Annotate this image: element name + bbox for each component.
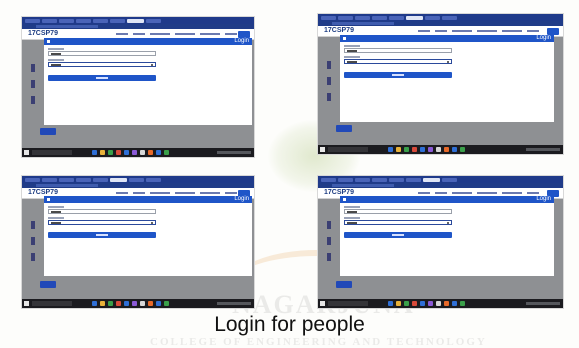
- screenshot-bottom-left: 17CSP79 Login: [22, 176, 254, 308]
- page-action-button[interactable]: [40, 128, 56, 135]
- modal-title: Login: [234, 38, 249, 44]
- system-tray[interactable]: [217, 151, 251, 154]
- browser-tab-strip[interactable]: [22, 17, 254, 24]
- taskbar-apps: [92, 301, 169, 306]
- browser-tab-active[interactable]: [423, 177, 440, 182]
- modal-header: Login: [340, 35, 554, 42]
- screenshot-top-left: 17CSP79 Login: [22, 17, 254, 157]
- windows-start-icon[interactable]: [24, 301, 29, 306]
- browser-tab-active[interactable]: [110, 177, 127, 182]
- url-field[interactable]: [36, 25, 98, 28]
- page-overlay: Login: [22, 38, 254, 148]
- site-brand[interactable]: 17CSP79: [324, 189, 354, 196]
- url-field[interactable]: [332, 184, 394, 187]
- submit-button[interactable]: [48, 232, 156, 238]
- taskbar-apps: [92, 150, 169, 155]
- password-label: [48, 217, 64, 219]
- username-field[interactable]: [48, 51, 156, 56]
- username-label: [344, 45, 360, 47]
- password-field[interactable]: [48, 62, 156, 67]
- windows-start-icon[interactable]: [320, 301, 325, 306]
- password-visibility-icon[interactable]: [151, 222, 153, 224]
- modal-header: Login: [340, 196, 554, 203]
- password-field[interactable]: [344, 59, 452, 64]
- modal-close-icon[interactable]: [47, 198, 50, 201]
- browser-tab-strip[interactable]: [318, 176, 563, 183]
- taskbar: [318, 145, 563, 154]
- page-overlay: Login: [318, 196, 563, 299]
- password-label: [344, 217, 360, 219]
- site-brand[interactable]: 17CSP79: [324, 27, 354, 34]
- system-tray[interactable]: [217, 302, 251, 305]
- password-label: [48, 59, 64, 61]
- nav-login-button[interactable]: [547, 28, 559, 35]
- modal-close-icon[interactable]: [47, 40, 50, 43]
- login-modal: Login: [44, 38, 252, 125]
- browser-tab-strip[interactable]: [318, 14, 563, 21]
- password-field[interactable]: [48, 220, 156, 225]
- screenshot-bottom-right: 17CSP79 Login: [318, 176, 563, 308]
- modal-close-icon[interactable]: [343, 198, 346, 201]
- login-modal: Login: [340, 196, 554, 276]
- submit-button[interactable]: [344, 232, 452, 238]
- password-visibility-icon[interactable]: [151, 64, 153, 66]
- windows-start-icon[interactable]: [24, 150, 29, 155]
- username-label: [344, 206, 360, 208]
- page-action-button[interactable]: [40, 281, 56, 288]
- password-visibility-icon[interactable]: [447, 61, 449, 63]
- password-label: [344, 56, 360, 58]
- taskbar-apps: [388, 301, 465, 306]
- submit-button[interactable]: [344, 72, 452, 78]
- nav-links: [418, 192, 539, 194]
- nav-links: [116, 192, 237, 194]
- page-overlay: Login: [318, 35, 563, 145]
- username-field[interactable]: [344, 48, 452, 53]
- login-modal: Login: [340, 35, 554, 122]
- browser-tab-strip[interactable]: [22, 176, 254, 183]
- modal-header: Login: [44, 196, 252, 203]
- nav-login-button[interactable]: [238, 31, 250, 38]
- page-overlay: Login: [22, 196, 254, 299]
- system-tray[interactable]: [526, 148, 560, 151]
- nav-links: [418, 30, 539, 32]
- modal-close-icon[interactable]: [343, 37, 346, 40]
- taskbar-search[interactable]: [328, 301, 368, 306]
- browser-tab-active[interactable]: [406, 15, 423, 20]
- watermark-subtext: COLLEGE OF ENGINEERING AND TECHNOLOGY: [150, 336, 487, 348]
- slide-caption: Login for people: [214, 313, 365, 336]
- screenshot-top-right: 17CSP79 Login: [318, 14, 563, 154]
- taskbar: [22, 148, 254, 157]
- submit-button[interactable]: [48, 75, 156, 81]
- username-label: [48, 48, 64, 50]
- username-field[interactable]: [48, 209, 156, 214]
- taskbar: [318, 299, 563, 308]
- windows-start-icon[interactable]: [320, 147, 325, 152]
- taskbar-apps: [388, 147, 465, 152]
- modal-title: Login: [536, 196, 551, 202]
- username-label: [48, 206, 64, 208]
- page-action-button[interactable]: [336, 125, 352, 132]
- browser-tab-active[interactable]: [127, 18, 144, 23]
- taskbar-search[interactable]: [32, 150, 72, 155]
- modal-title: Login: [536, 35, 551, 41]
- modal-header: Login: [44, 38, 252, 45]
- password-field[interactable]: [344, 220, 452, 225]
- login-modal: Login: [44, 196, 252, 276]
- taskbar: [22, 299, 254, 308]
- url-field[interactable]: [332, 22, 394, 25]
- nav-links: [116, 33, 237, 35]
- url-field[interactable]: [36, 184, 98, 187]
- system-tray[interactable]: [526, 302, 560, 305]
- site-brand[interactable]: 17CSP79: [28, 30, 58, 37]
- username-field[interactable]: [344, 209, 452, 214]
- taskbar-search[interactable]: [32, 301, 72, 306]
- page-action-button[interactable]: [336, 281, 352, 288]
- modal-title: Login: [234, 196, 249, 202]
- taskbar-search[interactable]: [328, 147, 368, 152]
- password-visibility-icon[interactable]: [447, 222, 449, 224]
- site-brand[interactable]: 17CSP79: [28, 189, 58, 196]
